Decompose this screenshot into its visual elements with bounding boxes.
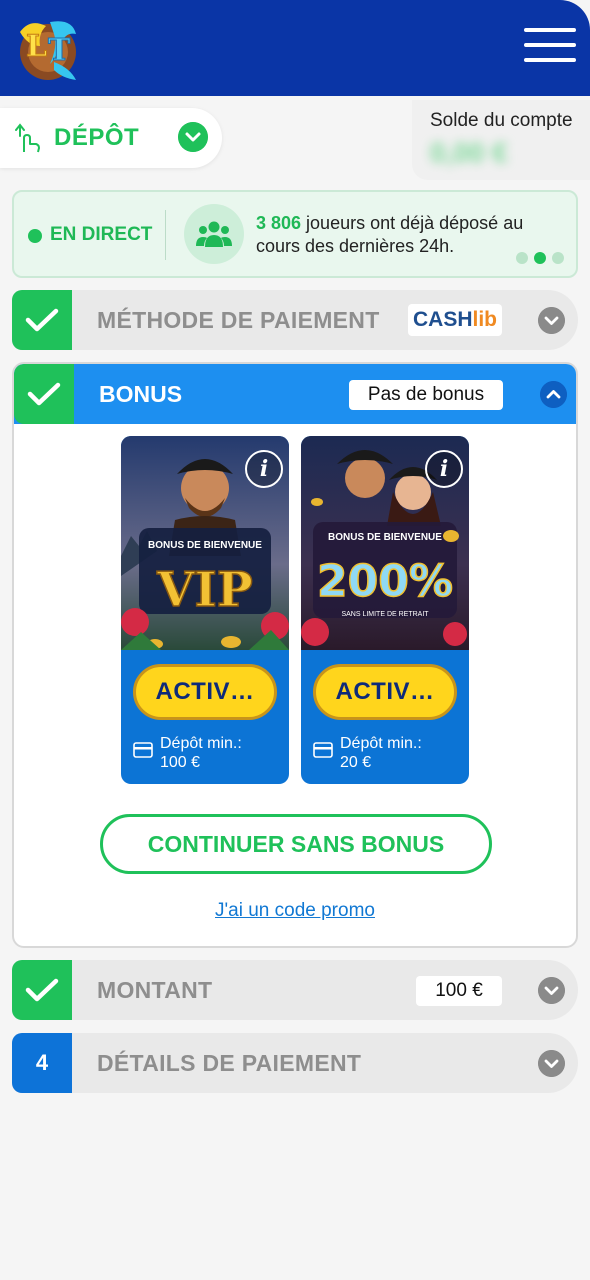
chevron-down-icon[interactable] (538, 1050, 565, 1077)
divider (165, 210, 166, 260)
carousel-dot[interactable] (516, 252, 528, 264)
promo-code-link[interactable]: J'ai un code promo (14, 900, 576, 922)
info-icon[interactable]: i (425, 450, 463, 488)
step-title: BONUS (99, 381, 183, 407)
step-number-badge: 4 (12, 1033, 72, 1093)
chevron-down-icon[interactable] (178, 122, 208, 152)
bonus-offer-card[interactable]: BONUS DE BIENVENUE VIP i ACTIV… Dépôt mi… (121, 436, 289, 784)
min-deposit-label: Dépôt min.: (340, 735, 422, 752)
check-icon (14, 364, 74, 424)
check-icon (12, 290, 72, 350)
balance-label: Solde du compte (430, 110, 573, 131)
top-header: L T (0, 0, 590, 96)
selected-bonus-chip: Pas de bonus (349, 380, 503, 410)
min-deposit-value: 100 € (160, 754, 201, 771)
svg-text:T: T (48, 33, 71, 68)
continue-without-bonus-button[interactable]: CONTINUER SANS BONUS (100, 814, 492, 874)
step-payment-details[interactable]: 4 DÉTAILS DE PAIEMENT (12, 1033, 578, 1093)
svg-text:SANS LIMITE DE RETRAIT: SANS LIMITE DE RETRAIT (341, 611, 429, 618)
bonus-offer-card[interactable]: BONUS DE BIENVENUE 200% SANS LIMITE DE R… (301, 436, 469, 784)
info-icon[interactable]: i (245, 450, 283, 488)
activate-bonus-button[interactable]: ACTIV… (313, 664, 457, 720)
step-title: MÉTHODE DE PAIEMENT (97, 307, 380, 333)
balance-value: 0,00 € (430, 137, 508, 168)
lucky-treasure-logo-icon[interactable]: L T (10, 12, 86, 84)
live-label: EN DIRECT (50, 224, 153, 245)
users-icon (184, 204, 244, 264)
amount-chip: 100 € (416, 976, 502, 1006)
carousel-dot[interactable] (552, 252, 564, 264)
svg-text:L: L (26, 29, 47, 64)
check-icon (12, 960, 72, 1020)
hamburger-menu-icon[interactable] (524, 28, 576, 68)
chevron-down-icon[interactable] (538, 977, 565, 1004)
svg-text:BONUS DE BIENVENUE: BONUS DE BIENVENUE (328, 532, 442, 543)
svg-text:BONUS DE BIENVENUE: BONUS DE BIENVENUE (148, 540, 262, 551)
menu-line (524, 28, 576, 32)
min-deposit-label: Dépôt min.: (160, 735, 242, 752)
credit-card-icon (133, 742, 153, 758)
chevron-down-icon[interactable] (538, 307, 565, 334)
live-indicator-dot (28, 229, 42, 243)
menu-line (524, 58, 576, 62)
credit-card-icon (313, 742, 333, 758)
svg-text:VIP: VIP (156, 562, 253, 618)
carousel-dots[interactable] (516, 252, 564, 264)
live-count: 3 806 (256, 213, 302, 233)
deposit-hand-icon (15, 123, 40, 153)
carousel-dot-active[interactable] (534, 252, 546, 264)
menu-line (524, 43, 576, 47)
deposit-label: DÉPÔT (54, 124, 140, 151)
chevron-up-icon[interactable] (540, 381, 567, 408)
step-amount[interactable]: MONTANT 100 € (12, 960, 578, 1020)
step-payment-method[interactable]: MÉTHODE DE PAIEMENT CASHlib (12, 290, 578, 350)
svg-text:200%: 200% (317, 556, 453, 607)
step-title: DÉTAILS DE PAIEMENT (97, 1050, 362, 1076)
min-deposit-value: 20 € (340, 754, 372, 771)
cashlib-logo: CASHlib (408, 304, 502, 336)
min-deposit: Dépôt min.: 100 € (160, 734, 242, 772)
live-deposits-panel: EN DIRECT 3 806 joueurs ont déjà déposé … (12, 190, 578, 278)
step-title: MONTANT (97, 977, 213, 1003)
step-bonus-panel: BONUS Pas de bonus BONUS DE BIENVENUE VI… (12, 362, 578, 948)
min-deposit: Dépôt min.: 20 € (340, 734, 422, 772)
step-bonus-header[interactable]: BONUS Pas de bonus (14, 364, 576, 424)
activate-bonus-button[interactable]: ACTIV… (133, 664, 277, 720)
